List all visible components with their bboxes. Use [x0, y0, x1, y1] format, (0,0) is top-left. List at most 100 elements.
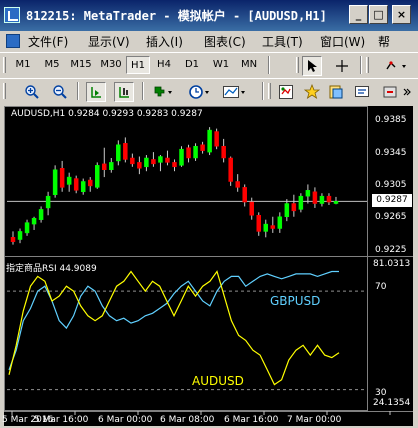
menu-tools[interactable]: 工具(T) [262, 33, 303, 50]
menu-view[interactable]: 显示(V) [88, 33, 130, 50]
timeframe-m5[interactable]: M5 [39, 56, 65, 74]
toolbar-separator [268, 56, 270, 74]
candle-body [207, 129, 212, 153]
candle-body [284, 203, 290, 217]
time-tick-label: 5 Mar 16:00 [34, 415, 89, 425]
toolbar-grip[interactable] [268, 83, 271, 99]
periods-clock-icon[interactable] [186, 82, 214, 102]
cursor-arrow-icon[interactable] [302, 56, 322, 76]
candle-body [109, 162, 114, 170]
timeframe-d1[interactable]: D1 [181, 56, 203, 74]
candle-body [277, 216, 283, 229]
favorites-star-icon[interactable] [302, 82, 322, 102]
timeframe-m1[interactable]: M1 [10, 56, 36, 74]
chart-window-icon[interactable] [6, 34, 20, 48]
candle-body [214, 131, 219, 147]
candle-body [137, 162, 142, 169]
candle-body [38, 209, 44, 220]
rsi-min-label: 24.1354 [373, 398, 411, 408]
timeframe-mn[interactable]: MN [236, 56, 262, 74]
indicator-header: 指定商品RSI 44.9089 [6, 264, 97, 274]
toolbar-separator [77, 82, 79, 100]
candle-body [228, 157, 233, 182]
menu-help[interactable]: 帮 [378, 33, 390, 50]
rsi-max-label: 81.0313 [373, 259, 411, 269]
minimize-button[interactable]: _ [349, 5, 368, 24]
time-tick-label: 6 Mar 00:00 [98, 415, 153, 425]
zoom-in-icon[interactable] [22, 82, 42, 102]
candle-body [17, 231, 23, 240]
market-watch-icon[interactable] [276, 82, 296, 102]
toolbar-grip[interactable] [366, 57, 369, 73]
timeframe-toolbar: M1 M5 M15 M30 H1 H4 D1 W1 MN [0, 52, 418, 76]
window-title: 812215: MetaTrader - 模拟帐户 - [AUDUSD,H1] [26, 9, 327, 23]
chevron-right-icon[interactable] [398, 82, 416, 102]
maximize-button[interactable]: □ [369, 5, 388, 24]
candle-body [263, 223, 269, 232]
time-tick-label: 7 Mar 00:00 [287, 415, 342, 425]
candle-body [66, 176, 72, 185]
toolbar-grip[interactable] [3, 57, 6, 73]
candle-body [242, 187, 247, 203]
rsi-level-30-label: 30 [375, 388, 387, 398]
chart-window[interactable]: AUDUSD,H1 0.9284 0.9293 0.9283 0.9287 指定… [2, 106, 413, 426]
audusd-series-label: AUDUSD [192, 374, 244, 388]
candle-body [179, 148, 184, 166]
terminal-icon[interactable] [352, 82, 372, 102]
crosshair-icon[interactable] [332, 56, 352, 76]
candle-body [165, 157, 170, 163]
toolbar-separator [262, 82, 264, 100]
timeframe-h4[interactable]: H4 [153, 56, 175, 74]
timeframe-m30[interactable]: M30 [97, 56, 125, 74]
candle-body [270, 225, 276, 229]
candle-body [186, 147, 191, 159]
zoom-out-icon[interactable] [50, 82, 70, 102]
candle-body [193, 145, 198, 159]
metatrader-logo-icon [4, 7, 20, 23]
candle-body [291, 203, 297, 212]
timeframe-m15[interactable]: M15 [67, 56, 95, 74]
candle-body [116, 144, 121, 162]
audusd-rsi-line [8, 270, 340, 386]
menu-charts[interactable]: 图表(C) [204, 33, 246, 50]
candle-body [256, 215, 261, 232]
menu-file[interactable]: 文件(F) [28, 33, 68, 50]
title-bar: 812215: MetaTrader - 模拟帐户 - [AUDUSD,H1] … [0, 0, 418, 31]
line-studies-icon[interactable] [382, 56, 412, 76]
candle-body [312, 191, 318, 204]
price-tick-label: 0.9225 [375, 245, 407, 255]
chart-shift-icon[interactable] [86, 82, 106, 102]
menu-insert[interactable]: 插入(I) [146, 33, 183, 50]
candle-body [73, 178, 79, 191]
indicators-add-icon[interactable] [150, 82, 178, 102]
menu-window[interactable]: 窗口(W) [320, 33, 365, 50]
candle-body [45, 195, 51, 209]
candle-body [24, 222, 30, 234]
toolbar-grip[interactable] [296, 57, 299, 73]
auto-scroll-icon[interactable] [114, 82, 134, 102]
time-tick-label: 6 Mar 16:00 [224, 415, 279, 425]
candle-body [80, 181, 86, 193]
price-tick-label: 0.9305 [375, 180, 407, 190]
candle-body [151, 159, 156, 165]
toolbar-separator [142, 82, 144, 100]
rsi-level-70-label: 70 [375, 282, 387, 292]
menu-bar: 文件(F) 显示(V) 插入(I) 图表(C) 工具(T) 窗口(W) 帮 [0, 31, 418, 51]
templates-icon[interactable] [220, 82, 250, 102]
gbpusd-rsi-line [8, 270, 339, 371]
candle-body [333, 201, 339, 204]
close-button[interactable]: × [392, 5, 411, 24]
chart-header: AUDUSD,H1 0.9284 0.9293 0.9283 0.9287 [11, 109, 203, 119]
toolbar-separator [360, 56, 362, 74]
candle-body [200, 144, 205, 151]
toolbar-grip[interactable] [3, 83, 6, 99]
timeframe-h1[interactable]: H1 [126, 56, 150, 74]
gbpusd-series-label: GBPUSD [270, 294, 321, 308]
timeframe-w1[interactable]: W1 [209, 56, 233, 74]
time-tick-label: 6 Mar 08:00 [160, 415, 215, 425]
navigator-icon[interactable] [326, 82, 346, 102]
chart-frame [4, 106, 368, 411]
candle-body [305, 190, 311, 197]
tester-icon[interactable] [380, 82, 400, 102]
candle-body [326, 195, 332, 203]
